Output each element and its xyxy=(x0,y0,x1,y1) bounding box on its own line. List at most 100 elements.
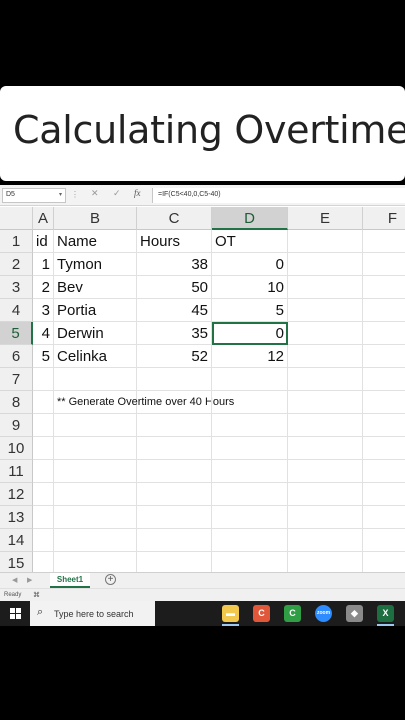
cell-e9[interactable] xyxy=(288,414,363,437)
cell-f13[interactable] xyxy=(363,506,405,529)
cell-a13[interactable] xyxy=(33,506,54,529)
file-explorer-icon[interactable]: ▬ xyxy=(222,605,239,622)
cell-f5[interactable] xyxy=(363,322,405,345)
cell-f2[interactable] xyxy=(363,253,405,276)
name-box-dropdown-icon[interactable]: ▾ xyxy=(59,191,62,198)
cell-d7[interactable] xyxy=(212,368,288,391)
cell-c12[interactable] xyxy=(137,483,212,506)
column-header-e[interactable]: E xyxy=(288,207,363,230)
row-header[interactable]: 11 xyxy=(0,460,33,483)
cell-c9[interactable] xyxy=(137,414,212,437)
cell-c8[interactable] xyxy=(137,391,212,414)
cell-f8[interactable] xyxy=(363,391,405,414)
cell-d1[interactable]: OT xyxy=(212,230,288,253)
cell-e4[interactable] xyxy=(288,299,363,322)
column-header-d[interactable]: D xyxy=(212,207,288,230)
cell-f3[interactable] xyxy=(363,276,405,299)
cell-b1[interactable]: Name xyxy=(54,230,137,253)
windows-start-icon[interactable] xyxy=(10,608,21,619)
zoom-icon[interactable]: zoom xyxy=(315,605,332,622)
cell-b11[interactable] xyxy=(54,460,137,483)
cell-e7[interactable] xyxy=(288,368,363,391)
column-header-f[interactable]: F xyxy=(363,207,405,230)
cell-d14[interactable] xyxy=(212,529,288,552)
cell-f12[interactable] xyxy=(363,483,405,506)
cell-a7[interactable] xyxy=(33,368,54,391)
cell-e6[interactable] xyxy=(288,345,363,368)
cell-a8[interactable] xyxy=(33,391,54,414)
cell-e5[interactable] xyxy=(288,322,363,345)
row-header[interactable]: 5 xyxy=(0,322,33,345)
cell-e10[interactable] xyxy=(288,437,363,460)
cell-c14[interactable] xyxy=(137,529,212,552)
select-all-corner[interactable] xyxy=(0,207,33,230)
cell-f14[interactable] xyxy=(363,529,405,552)
row-header[interactable]: 9 xyxy=(0,414,33,437)
cell-d4[interactable]: 5 xyxy=(212,299,288,322)
cell-f7[interactable] xyxy=(363,368,405,391)
cell-e8[interactable] xyxy=(288,391,363,414)
column-header-a[interactable]: A xyxy=(33,207,54,230)
cell-a1[interactable]: id xyxy=(33,230,54,253)
cell-e2[interactable] xyxy=(288,253,363,276)
cell-a4[interactable]: 3 xyxy=(33,299,54,322)
row-header[interactable]: 1 xyxy=(0,230,33,253)
cell-c1[interactable]: Hours xyxy=(137,230,212,253)
cell-e12[interactable] xyxy=(288,483,363,506)
column-header-c[interactable]: C xyxy=(137,207,212,230)
cell-d2[interactable]: 0 xyxy=(212,253,288,276)
cell-b2[interactable]: Tymon xyxy=(54,253,137,276)
cell-e1[interactable] xyxy=(288,230,363,253)
cell-f6[interactable] xyxy=(363,345,405,368)
row-header[interactable]: 10 xyxy=(0,437,33,460)
cell-c11[interactable] xyxy=(137,460,212,483)
cell-e11[interactable] xyxy=(288,460,363,483)
row-header[interactable]: 3 xyxy=(0,276,33,299)
cell-c2[interactable]: 38 xyxy=(137,253,212,276)
cell-d12[interactable] xyxy=(212,483,288,506)
app-green-c-icon[interactable]: C xyxy=(284,605,301,622)
cell-b9[interactable] xyxy=(54,414,137,437)
cell-a10[interactable] xyxy=(33,437,54,460)
name-box[interactable]: D5 ▾ xyxy=(2,188,66,203)
row-header[interactable]: 6 xyxy=(0,345,33,368)
cell-b8[interactable]: ** Generate Overtime over 40 Hours xyxy=(54,391,234,414)
cancel-icon[interactable]: ✕ xyxy=(91,188,99,199)
row-header[interactable]: 12 xyxy=(0,483,33,506)
taskbar-search[interactable]: ⌕ Type here to search xyxy=(30,601,155,626)
formula-input[interactable]: =IF(C5<40,0,C5-40) xyxy=(152,188,405,203)
cell-d10[interactable] xyxy=(212,437,288,460)
cell-d5[interactable]: 0 xyxy=(212,322,288,345)
excel-icon[interactable]: X xyxy=(377,605,394,622)
cell-e13[interactable] xyxy=(288,506,363,529)
cell-a11[interactable] xyxy=(33,460,54,483)
row-header[interactable]: 4 xyxy=(0,299,33,322)
row-header[interactable]: 7 xyxy=(0,368,33,391)
cell-b12[interactable] xyxy=(54,483,137,506)
add-sheet-button[interactable]: + xyxy=(105,574,116,585)
row-header[interactable]: 13 xyxy=(0,506,33,529)
cell-f11[interactable] xyxy=(363,460,405,483)
cell-c3[interactable]: 50 xyxy=(137,276,212,299)
cell-b14[interactable] xyxy=(54,529,137,552)
cell-f10[interactable] xyxy=(363,437,405,460)
next-sheet-icon[interactable]: ▶ xyxy=(27,576,32,584)
cell-a9[interactable] xyxy=(33,414,54,437)
cell-c13[interactable] xyxy=(137,506,212,529)
cell-d3[interactable]: 10 xyxy=(212,276,288,299)
cell-b4[interactable]: Portia xyxy=(54,299,137,322)
app-red-c-icon[interactable]: C xyxy=(253,605,270,622)
row-header[interactable]: 14 xyxy=(0,529,33,552)
cell-f1[interactable] xyxy=(363,230,405,253)
cell-e14[interactable] xyxy=(288,529,363,552)
cell-b6[interactable]: Celinka xyxy=(54,345,137,368)
column-header-b[interactable]: B xyxy=(54,207,137,230)
prev-sheet-icon[interactable]: ◀ xyxy=(12,576,17,584)
cell-c5[interactable]: 35 xyxy=(137,322,212,345)
cell-e3[interactable] xyxy=(288,276,363,299)
cell-d8[interactable] xyxy=(212,391,288,414)
cell-c10[interactable] xyxy=(137,437,212,460)
cell-b5[interactable]: Derwin xyxy=(54,322,137,345)
row-header[interactable]: 2 xyxy=(0,253,33,276)
cell-a12[interactable] xyxy=(33,483,54,506)
